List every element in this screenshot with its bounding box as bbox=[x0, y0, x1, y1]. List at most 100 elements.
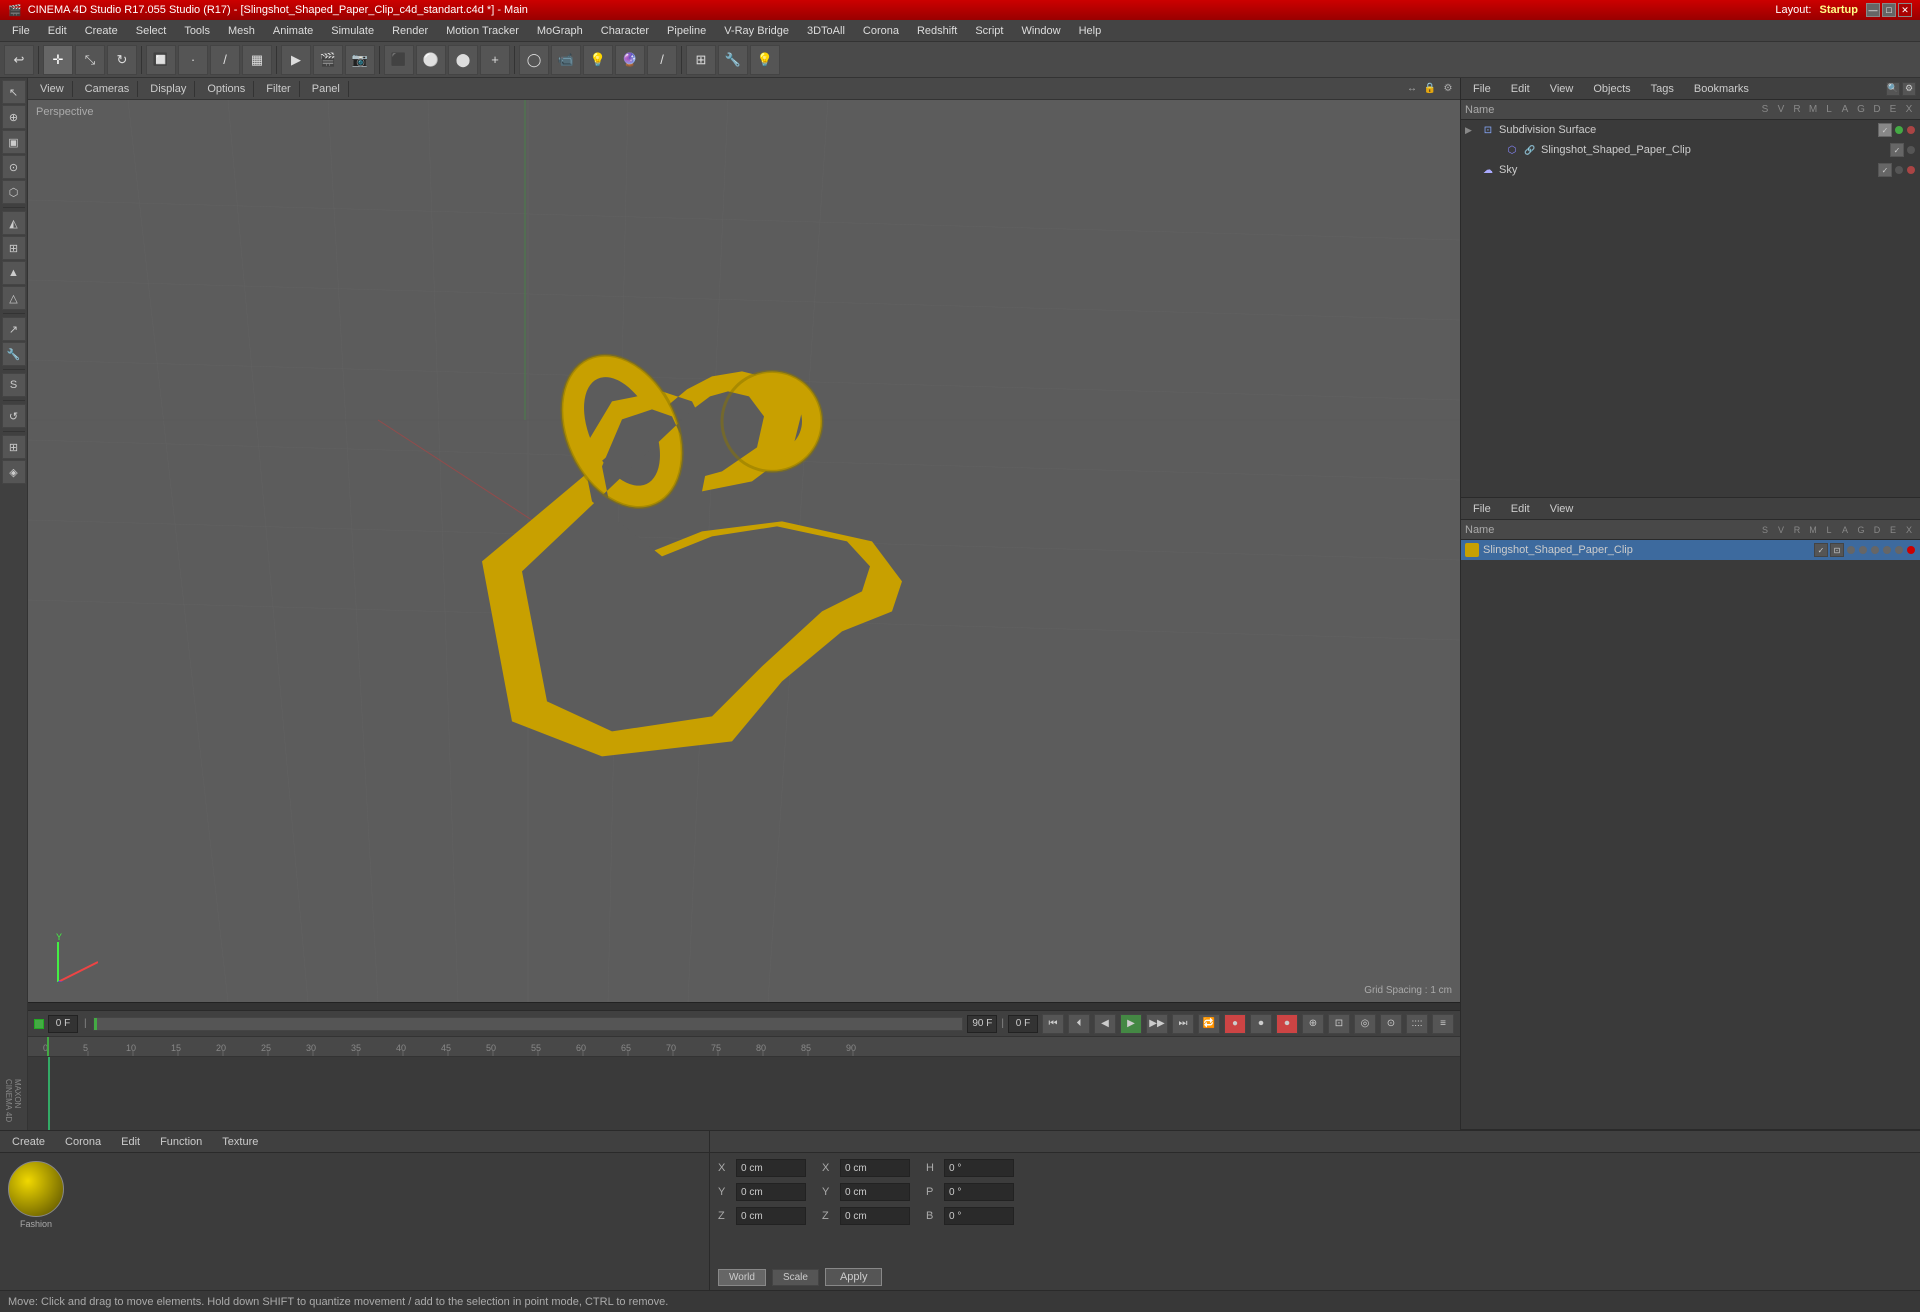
plus-button[interactable]: + bbox=[480, 45, 510, 75]
left-btn-9[interactable]: △ bbox=[2, 286, 26, 310]
menu-window[interactable]: Window bbox=[1013, 23, 1068, 39]
close-button[interactable]: ✕ bbox=[1898, 3, 1912, 17]
me-tab-function[interactable]: Function bbox=[152, 1134, 210, 1150]
timeline-icon-9[interactable]: ≡ bbox=[1432, 1014, 1454, 1034]
timeline-icon-6[interactable]: ◎ bbox=[1354, 1014, 1376, 1034]
menu-mesh[interactable]: Mesh bbox=[220, 23, 263, 39]
timeline-scrubber[interactable] bbox=[93, 1017, 964, 1031]
play-loop-button[interactable]: 🔁 bbox=[1198, 1014, 1220, 1034]
left-btn-6[interactable]: ◭ bbox=[2, 211, 26, 235]
maximize-button[interactable]: □ bbox=[1882, 3, 1896, 17]
menu-pipeline[interactable]: Pipeline bbox=[659, 23, 714, 39]
play-back-button[interactable]: ◀ bbox=[1094, 1014, 1116, 1034]
cylinder-button[interactable]: ⬤ bbox=[448, 45, 478, 75]
left-btn-5[interactable]: ⬡ bbox=[2, 180, 26, 204]
lamp-button[interactable]: 💡 bbox=[750, 45, 780, 75]
menu-tools[interactable]: Tools bbox=[176, 23, 218, 39]
left-btn-3[interactable]: ▣ bbox=[2, 130, 26, 154]
sphere-button[interactable]: ⚪ bbox=[416, 45, 446, 75]
menu-vraybridge[interactable]: V-Ray Bridge bbox=[716, 23, 797, 39]
menu-create[interactable]: Create bbox=[77, 23, 126, 39]
point-mode-button[interactable]: · bbox=[178, 45, 208, 75]
me-tab-edit[interactable]: Edit bbox=[113, 1134, 148, 1150]
render-settings-button[interactable]: 🎬 bbox=[313, 45, 343, 75]
viewport-tab-display[interactable]: Display bbox=[142, 81, 195, 97]
fps-box-val[interactable]: 0 F bbox=[1008, 1015, 1038, 1033]
hi-icon-2[interactable]: ✓ bbox=[1890, 143, 1904, 157]
h-input[interactable] bbox=[944, 1159, 1014, 1177]
z-input2[interactable] bbox=[840, 1207, 910, 1225]
menu-file[interactable]: File bbox=[4, 23, 38, 39]
left-btn-1[interactable]: ↖ bbox=[2, 80, 26, 104]
me-tab-texture[interactable]: Texture bbox=[214, 1134, 266, 1150]
me-tab-corona[interactable]: Corona bbox=[57, 1134, 109, 1150]
hierarchy-tab-edit[interactable]: Edit bbox=[1503, 81, 1538, 97]
menu-animate[interactable]: Animate bbox=[265, 23, 321, 39]
left-btn-11[interactable]: 🔧 bbox=[2, 342, 26, 366]
material-button[interactable]: 🔮 bbox=[615, 45, 645, 75]
viewport-tab-options[interactable]: Options bbox=[199, 81, 254, 97]
left-btn-8[interactable]: ▲ bbox=[2, 261, 26, 285]
hierarchy-item-sky[interactable]: ☁ Sky ✓ bbox=[1461, 160, 1920, 180]
menu-help[interactable]: Help bbox=[1071, 23, 1110, 39]
left-btn-13[interactable]: ↺ bbox=[2, 404, 26, 428]
left-btn-7[interactable]: ⊞ bbox=[2, 236, 26, 260]
play-fast-button[interactable]: ▶▶ bbox=[1146, 1014, 1168, 1034]
menu-redshift[interactable]: Redshift bbox=[909, 23, 965, 39]
cube-button[interactable]: ⬛ bbox=[384, 45, 414, 75]
material-item-slingshot[interactable]: Slingshot_Shaped_Paper_Clip ✓ ⊡ bbox=[1461, 540, 1920, 560]
mat-icon-1[interactable]: ✓ bbox=[1814, 543, 1828, 557]
material-tab-edit[interactable]: Edit bbox=[1503, 501, 1538, 517]
scale-tool-button[interactable]: ⤡ bbox=[75, 45, 105, 75]
viewport-3d[interactable]: Perspective Grid Spacing : 1 cm X Y Z bbox=[28, 100, 1460, 1002]
left-btn-14[interactable]: ⊞ bbox=[2, 435, 26, 459]
menu-3dtoall[interactable]: 3DToAll bbox=[799, 23, 853, 39]
viewport-icon-lock[interactable]: 🔒 bbox=[1422, 81, 1438, 97]
play-forward-button[interactable]: ▶ bbox=[1120, 1014, 1142, 1034]
material-tab-view[interactable]: View bbox=[1542, 501, 1582, 517]
spline-button[interactable]: / bbox=[647, 45, 677, 75]
b-input[interactable] bbox=[944, 1207, 1014, 1225]
hierarchy-tab-bookmarks[interactable]: Bookmarks bbox=[1686, 81, 1757, 97]
hierarchy-item-slingshot[interactable]: ⬡ 🔗 Slingshot_Shaped_Paper_Clip ✓ bbox=[1461, 140, 1920, 160]
hierarchy-tab-view[interactable]: View bbox=[1542, 81, 1582, 97]
object-mode-button[interactable]: 🔲 bbox=[146, 45, 176, 75]
rotate-tool-button[interactable]: ↻ bbox=[107, 45, 137, 75]
hierarchy-search-icon[interactable]: 🔍 bbox=[1886, 82, 1900, 96]
viewport-tab-filter[interactable]: Filter bbox=[258, 81, 299, 97]
menu-render[interactable]: Render bbox=[384, 23, 436, 39]
apply-button[interactable]: Apply bbox=[825, 1268, 883, 1286]
timeline-icon-7[interactable]: ⊙ bbox=[1380, 1014, 1402, 1034]
viewport-tab-cameras[interactable]: Cameras bbox=[77, 81, 139, 97]
world-button[interactable]: World bbox=[718, 1269, 766, 1286]
hierarchy-config-icon[interactable]: ⚙ bbox=[1902, 82, 1916, 96]
left-btn-12[interactable]: S bbox=[2, 373, 26, 397]
light-button[interactable]: 💡 bbox=[583, 45, 613, 75]
viewport-scrollbar[interactable] bbox=[28, 1002, 1460, 1010]
y-input[interactable] bbox=[736, 1183, 806, 1201]
mat-icon-2[interactable]: ⊡ bbox=[1830, 543, 1844, 557]
menu-mograph[interactable]: MoGraph bbox=[529, 23, 591, 39]
hierarchy-tab-objects[interactable]: Objects bbox=[1585, 81, 1638, 97]
menu-simulate[interactable]: Simulate bbox=[323, 23, 382, 39]
menu-motiontracker[interactable]: Motion Tracker bbox=[438, 23, 527, 39]
hi-icon-1[interactable]: ✓ bbox=[1878, 123, 1892, 137]
current-frame-box[interactable]: 0 F bbox=[48, 1015, 78, 1033]
left-btn-15[interactable]: ◈ bbox=[2, 460, 26, 484]
timeline-icon-2[interactable]: ⏺ bbox=[1250, 1014, 1272, 1034]
me-tab-create[interactable]: Create bbox=[4, 1134, 53, 1150]
left-btn-4[interactable]: ⊙ bbox=[2, 155, 26, 179]
timeline-icon-1[interactable]: ● bbox=[1224, 1014, 1246, 1034]
hierarchy-tab-file[interactable]: File bbox=[1465, 81, 1499, 97]
left-btn-2[interactable]: ⊕ bbox=[2, 105, 26, 129]
timeline-icon-8[interactable]: :::: bbox=[1406, 1014, 1428, 1034]
y-input2[interactable] bbox=[840, 1183, 910, 1201]
timeline-icon-4[interactable]: ⊕ bbox=[1302, 1014, 1324, 1034]
x-input[interactable] bbox=[736, 1159, 806, 1177]
material-tab-file[interactable]: File bbox=[1465, 501, 1499, 517]
scale-button[interactable]: Scale bbox=[772, 1269, 819, 1286]
play-start-button[interactable]: ⏮ bbox=[1042, 1014, 1064, 1034]
viewport-tab-view[interactable]: View bbox=[32, 81, 73, 97]
render-all-button[interactable]: 📷 bbox=[345, 45, 375, 75]
viewport-icon-expand[interactable]: ↔ bbox=[1404, 81, 1420, 97]
